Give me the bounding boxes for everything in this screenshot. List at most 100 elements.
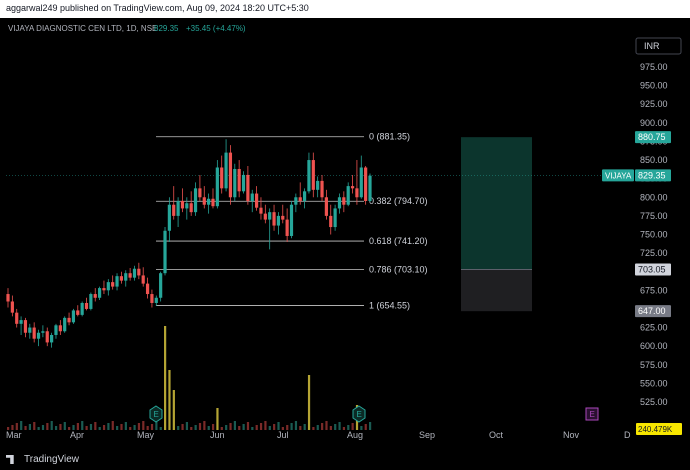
volume-bar <box>259 423 263 430</box>
volume-bar <box>277 422 280 430</box>
candle-body <box>50 334 54 343</box>
volume-bar <box>155 422 158 430</box>
dividend-icon-glyph: E <box>590 410 595 419</box>
candle-body <box>364 167 368 201</box>
candle-body <box>67 317 71 323</box>
fib-label-0-786: 0.786 (703.10) <box>369 264 428 274</box>
fib-label-1: 1 (654.55) <box>369 301 410 311</box>
candle-body <box>54 325 58 335</box>
candle-body <box>172 204 176 216</box>
volume-bar <box>216 408 219 430</box>
volume-bar <box>294 421 298 430</box>
y-tick-label: 675.00 <box>640 285 668 295</box>
volume-bar <box>316 425 319 430</box>
volume-bar <box>242 424 245 430</box>
candle-body <box>132 268 137 278</box>
volume-bar <box>299 426 302 430</box>
x-tick-label: D <box>624 430 631 440</box>
y-tick-label: 600.00 <box>640 341 668 351</box>
volume-bar <box>369 422 372 430</box>
earnings-icon-glyph: E <box>357 410 362 419</box>
candle-body <box>63 317 67 332</box>
volume-bar <box>225 425 228 430</box>
x-tick-label: Sep <box>419 430 435 440</box>
candle-body <box>311 160 315 190</box>
candle-body <box>198 188 202 198</box>
x-tick-label: Jun <box>210 430 225 440</box>
candle-body <box>211 198 215 207</box>
candle-body <box>250 193 254 201</box>
candle-body <box>115 276 119 287</box>
candle-body <box>6 294 10 302</box>
volume-bar <box>54 426 58 430</box>
candle-body <box>350 186 355 189</box>
candle-body <box>111 282 115 287</box>
candle-body <box>233 168 237 198</box>
candle-body <box>141 275 145 284</box>
volume-bar <box>129 427 132 430</box>
x-tick-label: Nov <box>563 430 580 440</box>
volume-bar <box>321 423 324 430</box>
price-label-text-stop: 647.00 <box>638 306 666 316</box>
price-chart[interactable]: 0 (881.35) 0.382 (794.70) 0.618 (741.20) 0.… <box>0 18 690 450</box>
volume-bar <box>238 426 241 430</box>
currency-text[interactable]: INR <box>644 41 660 51</box>
x-tick-label: Oct <box>489 430 504 440</box>
volume-bar <box>342 427 346 430</box>
candle-body <box>119 276 123 281</box>
price-label-text-target: 880.75 <box>638 132 666 142</box>
volume-bar <box>107 423 110 430</box>
volume-bar <box>15 423 18 430</box>
volume-bar <box>94 422 97 430</box>
y-tick-label: 800.00 <box>640 192 668 202</box>
candle-body <box>93 294 97 298</box>
volume-bar <box>329 426 332 430</box>
volume-bar <box>164 326 167 430</box>
volume-bar <box>24 426 27 430</box>
volume-bar <box>351 423 354 430</box>
fib-label-0-618: 0.618 (741.20) <box>369 236 428 246</box>
target-zone[interactable] <box>461 137 532 270</box>
volume-bar <box>290 423 293 430</box>
volume-bar <box>46 423 49 430</box>
volume-label-text: 240.479K <box>638 425 673 434</box>
candle-body <box>36 332 41 339</box>
y-tick-label: 975.00 <box>640 62 668 72</box>
volume-bar <box>111 421 114 430</box>
volume-bar <box>255 425 258 430</box>
y-tick-label: 550.00 <box>640 378 668 388</box>
candle-body <box>163 230 167 274</box>
candle-body <box>80 302 84 315</box>
candle-body <box>320 180 324 198</box>
volume-bar <box>59 424 62 430</box>
candle-body <box>102 288 106 291</box>
candle-body <box>355 188 359 198</box>
candle-body <box>342 197 346 205</box>
candle-body <box>329 215 333 228</box>
volume-bar <box>273 424 276 430</box>
last-price-readout: 829.35 <box>154 24 179 33</box>
stop-zone[interactable] <box>461 269 532 312</box>
candle-body <box>333 208 337 228</box>
volume-bar <box>81 421 84 430</box>
x-tick-label: May <box>137 430 155 440</box>
candle-body <box>89 294 93 309</box>
brand-name: TradingView <box>24 454 80 465</box>
candle-body <box>159 273 163 298</box>
publisher-bar: aggarwal249 published on TradingView.com… <box>0 0 690 18</box>
volume-bar <box>102 425 106 430</box>
volume-bar <box>177 426 180 430</box>
candle-body <box>41 331 45 333</box>
y-tick-label: 725.00 <box>640 248 668 258</box>
y-tick-label: 625.00 <box>640 323 668 333</box>
volume-bar <box>116 426 119 430</box>
volume-bar <box>325 421 328 430</box>
candle-body <box>220 167 224 189</box>
volume-bar <box>198 423 202 430</box>
volume-bar <box>338 422 341 430</box>
volume-bar <box>120 424 123 430</box>
candle-body <box>10 301 14 313</box>
tradingview-logo[interactable]: TradingView <box>6 454 79 465</box>
volume-bar <box>142 421 145 430</box>
candle-body <box>28 327 32 333</box>
